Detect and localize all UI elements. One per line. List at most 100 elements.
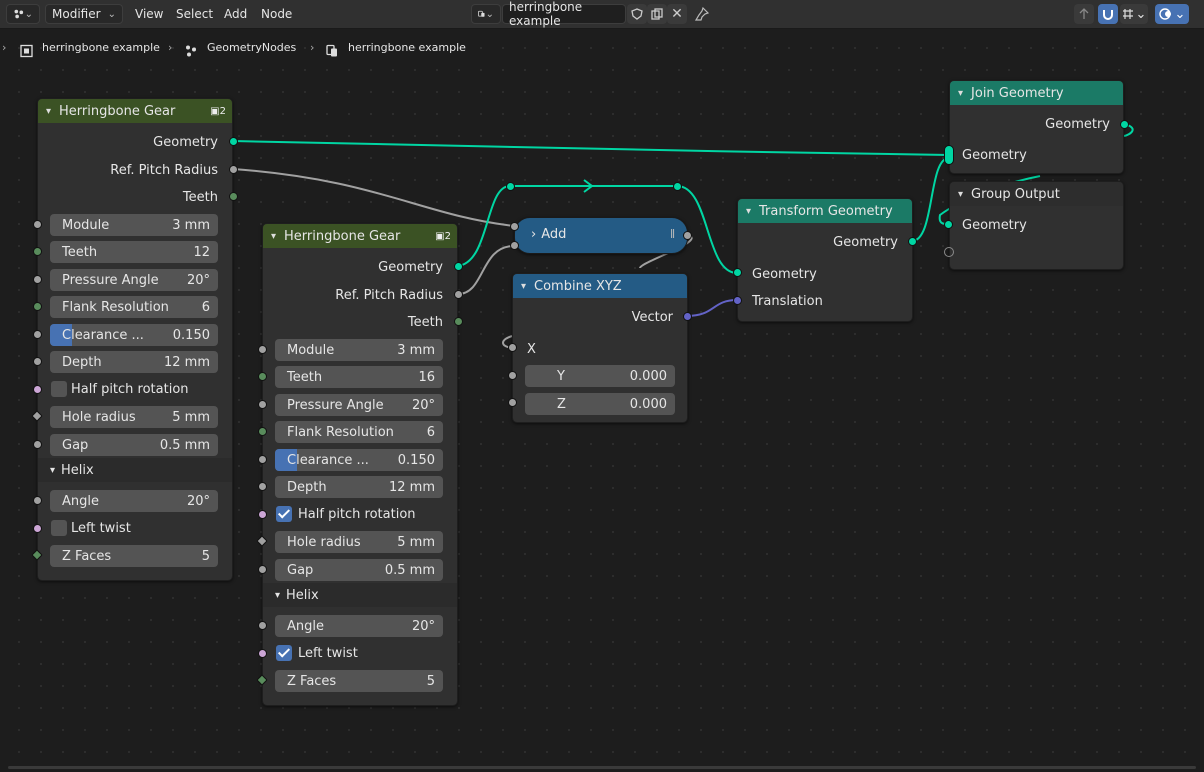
left-twist-checkbox[interactable]: [51, 520, 67, 536]
clearance-slider[interactable]: Clearance ... 0.150: [275, 449, 443, 471]
socket-add-in-b[interactable]: [510, 241, 519, 250]
teeth-field[interactable]: Teeth 12: [50, 241, 218, 263]
socket-pressure-in[interactable]: [258, 400, 267, 409]
angle-field[interactable]: Angle 20°: [50, 490, 218, 512]
depth-field[interactable]: Depth 12 mm: [275, 476, 443, 498]
pressure-angle-field[interactable]: Pressure Angle 20°: [275, 394, 443, 416]
socket-gap-in[interactable]: [33, 440, 42, 449]
half-pitch-checkbox[interactable]: [51, 381, 67, 397]
herringbone-gear-node-2[interactable]: ▾ Herringbone Gear ▣2 Geometry Ref. Pitc…: [262, 223, 458, 706]
socket-radius-out[interactable]: [229, 165, 238, 174]
editor-type-dropdown[interactable]: ⌄: [6, 4, 40, 24]
socket-module-in[interactable]: [258, 345, 267, 354]
socket-flank-in[interactable]: [33, 302, 42, 311]
parent-node-tree-button[interactable]: [1074, 4, 1094, 24]
socket-depth-in[interactable]: [258, 482, 267, 491]
socket-y-in[interactable]: [508, 371, 517, 380]
socket-x-in[interactable]: [508, 343, 517, 352]
socket-module-in[interactable]: [33, 220, 42, 229]
mode-dropdown[interactable]: Modifier ⌄: [45, 4, 123, 24]
angle-field[interactable]: Angle 20°: [275, 615, 443, 637]
socket-half-pitch-in[interactable]: [33, 385, 42, 394]
socket-add-in-a[interactable]: [510, 222, 519, 231]
socket-teeth-in[interactable]: [33, 247, 42, 256]
socket-clearance-in[interactable]: [33, 330, 42, 339]
socket-gap-in[interactable]: [258, 565, 267, 574]
menu-view[interactable]: View: [129, 4, 169, 24]
socket-geometry-in[interactable]: [944, 220, 953, 229]
depth-field[interactable]: Depth 12 mm: [50, 351, 218, 373]
herringbone-gear-node-1[interactable]: ▾ Herringbone Gear ▣2 Geometry Ref. Pitc…: [37, 98, 233, 581]
socket-geometry-in[interactable]: [733, 268, 742, 277]
reroute-node[interactable]: [673, 182, 682, 191]
node-header[interactable]: ▾ Herringbone Gear ▣2: [38, 99, 232, 123]
flank-resolution-field[interactable]: Flank Resolution 6: [275, 421, 443, 443]
socket-z-in[interactable]: [508, 398, 517, 407]
socket-geometry-multi-in[interactable]: [944, 145, 954, 165]
node-header[interactable]: ▾ Transform Geometry: [738, 199, 912, 223]
socket-angle-in[interactable]: [33, 496, 42, 505]
socket-pressure-in[interactable]: [33, 275, 42, 284]
node-group-users[interactable]: ▣2: [435, 231, 451, 242]
chevron-down-icon[interactable]: ▾: [958, 189, 963, 200]
socket-geometry-out[interactable]: [229, 137, 238, 146]
socket-left-twist-in[interactable]: [33, 524, 42, 533]
helix-panel-header[interactable]: ▾ Helix: [38, 458, 232, 482]
menu-select[interactable]: Select: [170, 4, 219, 24]
socket-vector-out[interactable]: [683, 312, 692, 321]
socket-radius-out[interactable]: [454, 290, 463, 299]
gap-field[interactable]: Gap 0.5 mm: [50, 434, 218, 456]
z-field[interactable]: Z 0.000: [525, 393, 675, 415]
socket-teeth-in[interactable]: [258, 372, 267, 381]
snap-toggle[interactable]: [1098, 4, 1118, 24]
node-group-users[interactable]: ▣2: [210, 106, 226, 117]
module-field[interactable]: Module 3 mm: [275, 339, 443, 361]
socket-half-pitch-in[interactable]: [258, 510, 267, 519]
gap-field[interactable]: Gap 0.5 mm: [275, 559, 443, 581]
node-header[interactable]: ▾ Combine XYZ: [513, 274, 687, 298]
chevron-down-icon[interactable]: ▾: [46, 106, 51, 117]
socket-flank-in[interactable]: [258, 427, 267, 436]
socket-translation-in[interactable]: [733, 296, 742, 305]
node-header[interactable]: ▾ Herringbone Gear ▣2: [263, 224, 457, 248]
socket-depth-in[interactable]: [33, 357, 42, 366]
half-pitch-checkbox[interactable]: [276, 506, 292, 522]
chevron-down-icon[interactable]: ▾: [521, 281, 526, 292]
duplicate-button[interactable]: [647, 4, 667, 24]
socket-clearance-in[interactable]: [258, 455, 267, 464]
node-header[interactable]: ▾ Join Geometry: [950, 81, 1123, 105]
socket-left-twist-in[interactable]: [258, 649, 267, 658]
left-twist-checkbox[interactable]: [276, 645, 292, 661]
fake-user-button[interactable]: [627, 4, 647, 24]
socket-geometry-out[interactable]: [454, 262, 463, 271]
node-header[interactable]: ▾ Group Output: [950, 182, 1123, 206]
z-faces-field[interactable]: Z Faces 5: [275, 670, 443, 692]
horizontal-scrollbar[interactable]: [8, 766, 1196, 769]
socket-teeth-out[interactable]: [229, 192, 238, 201]
node-group-browse[interactable]: ⌄: [471, 4, 501, 24]
reroute-node[interactable]: [506, 182, 515, 191]
chevron-down-icon[interactable]: ▾: [746, 206, 751, 217]
socket-geometry-out[interactable]: [1120, 120, 1129, 129]
node-header[interactable]: › Add: [531, 227, 566, 242]
pin-button[interactable]: [692, 4, 712, 24]
helix-panel-header[interactable]: ▾ Helix: [263, 583, 457, 607]
z-faces-field[interactable]: Z Faces 5: [50, 545, 218, 567]
combine-xyz-node[interactable]: ▾ Combine XYZ Vector X Y 0.000 Z 0.000: [512, 273, 688, 423]
add-node[interactable]: › Add ǁ: [514, 217, 688, 254]
module-field[interactable]: Module 3 mm: [50, 214, 218, 236]
socket-teeth-out[interactable]: [454, 317, 463, 326]
group-output-node[interactable]: ▾ Group Output Geometry: [949, 181, 1124, 270]
hole-radius-field[interactable]: Hole radius 5 mm: [275, 531, 443, 553]
socket-angle-in[interactable]: [258, 621, 267, 630]
transform-geometry-node[interactable]: ▾ Transform Geometry Geometry Geometry T…: [737, 198, 913, 322]
y-field[interactable]: Y 0.000: [525, 365, 675, 387]
menu-node[interactable]: Node: [255, 4, 298, 24]
menu-add[interactable]: Add: [218, 4, 253, 24]
socket-geometry-out[interactable]: [908, 237, 917, 246]
pressure-angle-field[interactable]: Pressure Angle 20°: [50, 269, 218, 291]
node-group-name-field[interactable]: herringbone example: [502, 0, 626, 28]
socket-empty-in[interactable]: [944, 247, 954, 257]
teeth-field[interactable]: Teeth 16: [275, 366, 443, 388]
hole-radius-field[interactable]: Hole radius 5 mm: [50, 406, 218, 428]
